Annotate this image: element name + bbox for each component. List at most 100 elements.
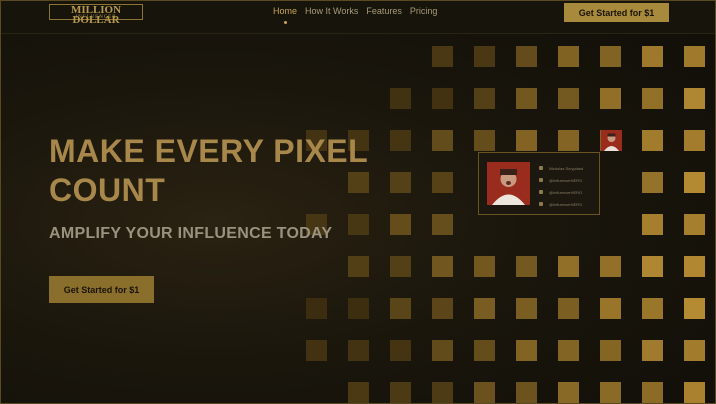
pixel-tile[interactable]	[642, 298, 663, 319]
pixel-tile[interactable]	[684, 298, 705, 319]
profile-photo	[487, 162, 530, 205]
active-indicator-dot	[284, 21, 287, 24]
pixel-tile[interactable]	[642, 88, 663, 109]
pixel-tile[interactable]	[348, 340, 369, 361]
pixel-tile[interactable]	[684, 340, 705, 361]
instagram-icon	[539, 190, 543, 194]
pixel-tile[interactable]	[558, 46, 579, 67]
pixel-tile[interactable]	[432, 298, 453, 319]
nav-link-home[interactable]: Home	[273, 6, 298, 24]
pixel-tile[interactable]	[432, 46, 453, 67]
nav-links: Home How It Works Features Pricing	[273, 6, 438, 24]
pixel-tile[interactable]	[684, 172, 705, 193]
pixel-tile[interactable]	[684, 88, 705, 109]
pixel-tile[interactable]	[600, 298, 621, 319]
pixel-tile[interactable]	[474, 340, 495, 361]
pixel-tile[interactable]	[684, 214, 705, 235]
profile-name-row: Nicholas Scrypiand	[539, 162, 583, 174]
profile-link-handle: @InfluencerHERO	[549, 201, 583, 207]
top-nav: MILLION DOLLAR INFLUENCER Home How It Wo…	[1, 1, 715, 34]
pixel-tile[interactable]	[306, 340, 327, 361]
hero-title-line1: MAKE EVERY PIXEL	[49, 133, 369, 169]
pixel-tile[interactable]	[684, 256, 705, 277]
pixel-tile[interactable]	[558, 382, 579, 403]
pixel-tile[interactable]	[642, 340, 663, 361]
pixel-tile[interactable]	[474, 130, 495, 151]
link-icon	[539, 202, 543, 206]
profile-details: Nicholas Scrypiand @InfluencerHERO @Infl…	[539, 162, 583, 210]
pixel-avatar-thumbnail[interactable]	[601, 130, 622, 151]
pixel-tile[interactable]	[516, 382, 537, 403]
pixel-tile[interactable]	[432, 130, 453, 151]
profile-instagram-handle: @InfluencerHERO	[549, 189, 583, 195]
pixel-tile[interactable]	[390, 340, 411, 361]
pixel-tile[interactable]	[474, 256, 495, 277]
pixel-tile[interactable]	[348, 298, 369, 319]
hero-get-started-button[interactable]: Get Started for $1	[49, 276, 154, 303]
pixel-tile[interactable]	[684, 382, 705, 403]
pixel-tile[interactable]	[558, 88, 579, 109]
pixel-tile[interactable]	[642, 214, 663, 235]
logo-sub-text: INFLUENCER	[75, 15, 117, 20]
pixel-tile[interactable]	[348, 256, 369, 277]
pixel-tile[interactable]	[432, 172, 453, 193]
pixel-tile[interactable]	[516, 130, 537, 151]
profile-link-row[interactable]: @InfluencerHERO	[539, 198, 583, 210]
pixel-tile[interactable]	[600, 256, 621, 277]
pixel-tile[interactable]	[516, 340, 537, 361]
nav-link-home-label: Home	[273, 6, 298, 16]
landing-page: MILLION DOLLAR INFLUENCER Home How It Wo…	[0, 0, 716, 404]
person-photo-icon	[487, 162, 530, 205]
pixel-tile[interactable]	[390, 256, 411, 277]
profile-name: Nicholas Scrypiand	[549, 165, 584, 171]
pixel-tile[interactable]	[390, 382, 411, 403]
pixel-tile[interactable]	[432, 382, 453, 403]
hero-subtitle: AMPLIFY YOUR INFLUENCE TODAY	[49, 225, 333, 242]
profile-facebook-handle: @InfluencerHERO	[549, 177, 583, 183]
pixel-tile[interactable]	[474, 46, 495, 67]
pixel-tile[interactable]	[642, 382, 663, 403]
pixel-tile[interactable]	[600, 382, 621, 403]
hero-title: MAKE EVERY PIXEL COUNT	[49, 132, 409, 210]
nav-link-how-it-works[interactable]: How It Works	[305, 6, 358, 16]
pixel-tile[interactable]	[516, 256, 537, 277]
pixel-tile[interactable]	[642, 130, 663, 151]
brand-logo[interactable]: MILLION DOLLAR INFLUENCER	[49, 4, 143, 26]
nav-link-pricing[interactable]: Pricing	[410, 6, 438, 16]
facebook-icon	[539, 178, 543, 182]
profile-facebook-row[interactable]: @InfluencerHERO	[539, 174, 583, 186]
nav-get-started-button[interactable]: Get Started for $1	[564, 3, 669, 22]
pixel-tile[interactable]	[348, 382, 369, 403]
pixel-tile[interactable]	[558, 256, 579, 277]
pixel-tile[interactable]	[642, 172, 663, 193]
pixel-tile[interactable]	[516, 46, 537, 67]
profile-instagram-row[interactable]: @InfluencerHERO	[539, 186, 583, 198]
pixel-tile[interactable]	[642, 46, 663, 67]
pixel-tile[interactable]	[432, 256, 453, 277]
pixel-tile[interactable]	[390, 298, 411, 319]
hero-title-line2: COUNT	[49, 172, 166, 208]
pixel-tile[interactable]	[684, 46, 705, 67]
pixel-tile[interactable]	[390, 214, 411, 235]
nav-link-features[interactable]: Features	[366, 6, 402, 16]
pixel-tile[interactable]	[474, 88, 495, 109]
profile-card[interactable]: Nicholas Scrypiand @InfluencerHERO @Infl…	[478, 152, 600, 215]
pixel-tile[interactable]	[516, 298, 537, 319]
pixel-tile[interactable]	[474, 382, 495, 403]
pixel-tile[interactable]	[642, 256, 663, 277]
pixel-tile[interactable]	[558, 298, 579, 319]
pixel-tile[interactable]	[558, 130, 579, 151]
pixel-tile[interactable]	[516, 88, 537, 109]
pixel-tile[interactable]	[432, 88, 453, 109]
pixel-tile[interactable]	[558, 340, 579, 361]
pixel-tile[interactable]	[474, 298, 495, 319]
pixel-tile[interactable]	[390, 88, 411, 109]
pixel-tile[interactable]	[432, 340, 453, 361]
pixel-tile[interactable]	[432, 214, 453, 235]
pixel-tile[interactable]	[306, 298, 327, 319]
person-photo-icon	[601, 130, 622, 151]
pixel-tile[interactable]	[684, 130, 705, 151]
pixel-tile[interactable]	[600, 340, 621, 361]
pixel-tile[interactable]	[600, 46, 621, 67]
pixel-tile[interactable]	[600, 88, 621, 109]
